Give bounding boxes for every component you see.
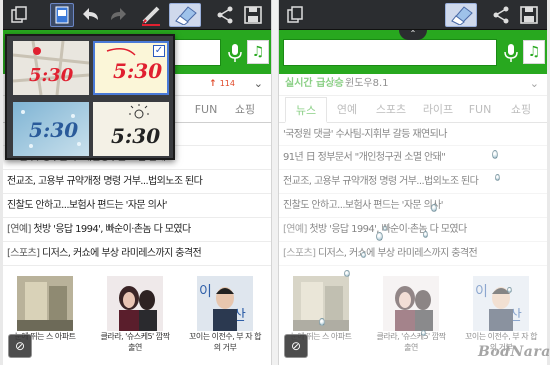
theme-card-time: 5:30 <box>29 118 79 142</box>
tab-news[interactable]: 뉴스 <box>285 97 327 123</box>
news-row[interactable]: 전교조, 고용부 규약개정 명령 거부...법외노조 된다 <box>3 170 271 194</box>
music-search-icon[interactable]: ♫ <box>247 40 269 64</box>
news-row[interactable]: 전교조, 고용부 규약개정 명령 거부...법외노조 된다 <box>279 170 547 194</box>
eraser-icon[interactable] <box>169 3 201 27</box>
pen-toolbar <box>3 0 271 30</box>
microphone-icon[interactable] <box>225 41 245 64</box>
thumb-clara[interactable] <box>107 276 163 331</box>
raindrop-icon <box>421 330 426 336</box>
theme-card-sun[interactable]: 5:30 <box>93 102 169 156</box>
floating-mode-button[interactable]: ⊘ <box>8 334 32 358</box>
tab-entertainment[interactable]: 연예 <box>329 97 365 123</box>
tab-shopping[interactable]: 쇼핑 <box>501 97 541 123</box>
checkmark-icon: ✓ <box>153 45 165 57</box>
left-screen: ♫ ↑ 114 ⌄ FUN 쇼핑 91년 日 정부문서 "개인청구권 소멸 안돼… <box>3 0 271 365</box>
floating-mode-button[interactable]: ⊘ <box>284 334 308 358</box>
theme-card-yellow[interactable]: 5:30 ✓ <box>93 41 169 95</box>
news-row[interactable]: [연예] 첫방 '응답 1994', 빠순이·촌놈 다 모였다 <box>3 218 271 242</box>
raindrop-icon <box>431 204 437 212</box>
music-search-icon[interactable]: ♫ <box>523 40 545 64</box>
news-row[interactable]: 진찰도 안하고...보험사 편드는 '자문 의사' <box>3 194 271 218</box>
theme-card-rain[interactable]: 5:30 <box>13 102 89 156</box>
tab-fun[interactable]: FUN <box>189 97 223 123</box>
raindrop-icon <box>507 287 512 293</box>
trending-term: 윈도우8.1 <box>345 78 389 89</box>
theme-card-map[interactable]: 5:30 <box>13 41 89 95</box>
split-divider <box>271 0 279 365</box>
search-input[interactable] <box>283 39 497 66</box>
right-screen: ♫ 실시간 급상승 1 윈도우8.1 ⌄ 뉴스 연예 스포츠 라이프 FUN 쇼… <box>279 0 547 365</box>
thumb-caption[interactable]: 클라라, '슈스케5' 깜짝 출연 <box>373 331 449 353</box>
chevron-down-icon[interactable]: ⌄ <box>254 74 263 94</box>
news-row[interactable]: 진찰도 안하고...보험사 편드는 '자문 의사' <box>279 194 547 218</box>
tab-life[interactable]: 라이프 <box>417 97 459 123</box>
share-icon[interactable] <box>213 3 237 27</box>
thumb-lee[interactable]: 이산 <box>197 276 253 331</box>
tab-shopping[interactable]: 쇼핑 <box>225 97 265 123</box>
news-row[interactable]: [스포츠] 디저스, 커쇼에 부상 라미레스까지 충격전 <box>279 242 547 266</box>
eraser-icon[interactable] <box>445 3 477 27</box>
trending-rank: 1 <box>331 78 338 89</box>
pen-toolbar <box>279 0 547 30</box>
thumb-caption[interactable]: 꼬이는 이전수, 부 자 합의 거부 <box>187 331 263 353</box>
save-icon[interactable] <box>241 3 265 27</box>
copy-icon[interactable] <box>7 3 31 27</box>
news-row[interactable]: '국정원 댓글' 수사팀-지휘부 갈등 재연되나 <box>279 124 547 146</box>
thumb-caption[interactable]: 클라라, '슈스케5' 깜짝 출연 <box>97 331 173 353</box>
save-icon[interactable] <box>517 3 541 27</box>
watermark: BodNara <box>478 344 550 360</box>
news-row[interactable]: [스포츠] 디저스, 커쇼에 부상 라미레스까지 충격전 <box>3 242 271 266</box>
raindrop-icon <box>344 270 350 277</box>
svg-text:이: 이 <box>475 284 488 300</box>
redo-icon[interactable] <box>106 3 130 27</box>
thumb-clara[interactable] <box>383 276 439 331</box>
theme-card-time: 5:30 <box>111 124 161 148</box>
theme-card-time: 5:30 <box>29 65 74 86</box>
news-row[interactable]: 91년 日 정부문서 "개인청구권 소멸 안돼" <box>279 146 547 170</box>
raindrop-icon <box>376 232 383 241</box>
news-list: '국정원 댓글' 수사팀-지휘부 갈등 재연되나 91년 日 정부문서 "개인청… <box>279 124 547 266</box>
pen-icon[interactable] <box>139 3 163 27</box>
raindrop-icon <box>361 252 366 258</box>
thumb-apartment[interactable] <box>17 276 73 331</box>
raindrop-icon <box>492 150 498 159</box>
trending-ticker[interactable]: 실시간 급상승 1 윈도우8.1 ⌄ <box>279 74 547 96</box>
raindrop-icon <box>319 318 325 326</box>
trending-count: ↑ 114 <box>209 79 235 89</box>
raindrop-icon <box>495 174 500 181</box>
raindrop-icon <box>423 231 428 238</box>
raindrop-icon <box>383 226 387 231</box>
copy-icon[interactable] <box>283 3 307 27</box>
microphone-icon[interactable] <box>501 41 521 64</box>
share-icon[interactable] <box>489 3 513 27</box>
tab-sports[interactable]: 스포츠 <box>369 97 413 123</box>
undo-icon[interactable] <box>79 3 103 27</box>
svg-text:이: 이 <box>199 284 212 300</box>
theme-card-time: 5:30 <box>113 59 163 83</box>
chevron-down-icon[interactable]: ⌄ <box>530 74 539 94</box>
news-row[interactable]: [연예] 첫방 '응답 1994', 빠순이·촌놈 다 모였다 <box>279 218 547 242</box>
photo-strip: 눈에 뛰는 스 아파트 클라라, '슈스케5' 깜짝 출연 이산 꼬이는 이전수… <box>3 270 271 365</box>
thumb-lee[interactable]: 이산 <box>473 276 529 331</box>
theme-picker-popup: 5:30 5:30 ✓ 5:30 5:30 <box>5 34 175 160</box>
tab-fun[interactable]: FUN <box>463 97 497 123</box>
category-tabs: 뉴스 연예 스포츠 라이프 FUN 쇼핑 <box>279 97 547 123</box>
theme-icon[interactable] <box>50 3 74 27</box>
